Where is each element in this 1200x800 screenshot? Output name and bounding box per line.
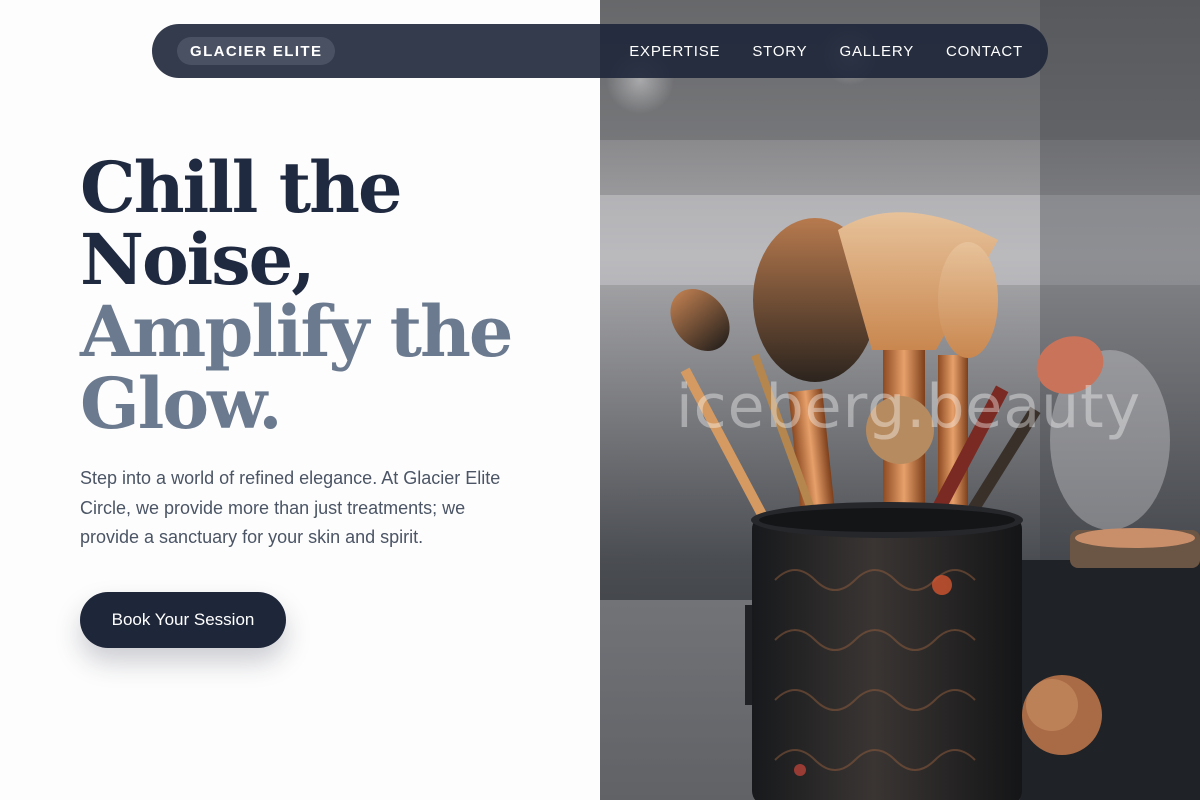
nav-link-expertise[interactable]: EXPERTISE <box>629 43 720 60</box>
hero-headline: Chill the Noise, Amplify the Glow. <box>80 152 580 440</box>
headline-line-2: Noise, <box>80 218 316 301</box>
headline-line-3: Amplify the <box>80 290 513 373</box>
book-session-button[interactable]: Book Your Session <box>80 592 286 648</box>
hero-image: iceberg.beauty <box>600 0 1200 800</box>
nav-link-story[interactable]: STORY <box>752 43 807 60</box>
nav-link-gallery[interactable]: GALLERY <box>839 43 914 60</box>
headline-line-4: Glow. <box>80 362 283 445</box>
landing-page: Chill the Noise, Amplify the Glow. Step … <box>0 0 1200 800</box>
image-watermark: iceberg.beauty <box>676 372 1142 442</box>
hero-description: Step into a world of refined elegance. A… <box>80 468 501 547</box>
top-navigation: GLACIER ELITE EXPERTISE STORY GALLERY CO… <box>152 24 1048 78</box>
hero-section: Chill the Noise, Amplify the Glow. Step … <box>0 0 600 800</box>
nav-links: EXPERTISE STORY GALLERY CONTACT <box>629 43 1023 60</box>
nav-link-contact[interactable]: CONTACT <box>946 43 1023 60</box>
headline-line-1: Chill the <box>80 146 403 229</box>
brand-logo[interactable]: GLACIER ELITE <box>177 37 336 65</box>
